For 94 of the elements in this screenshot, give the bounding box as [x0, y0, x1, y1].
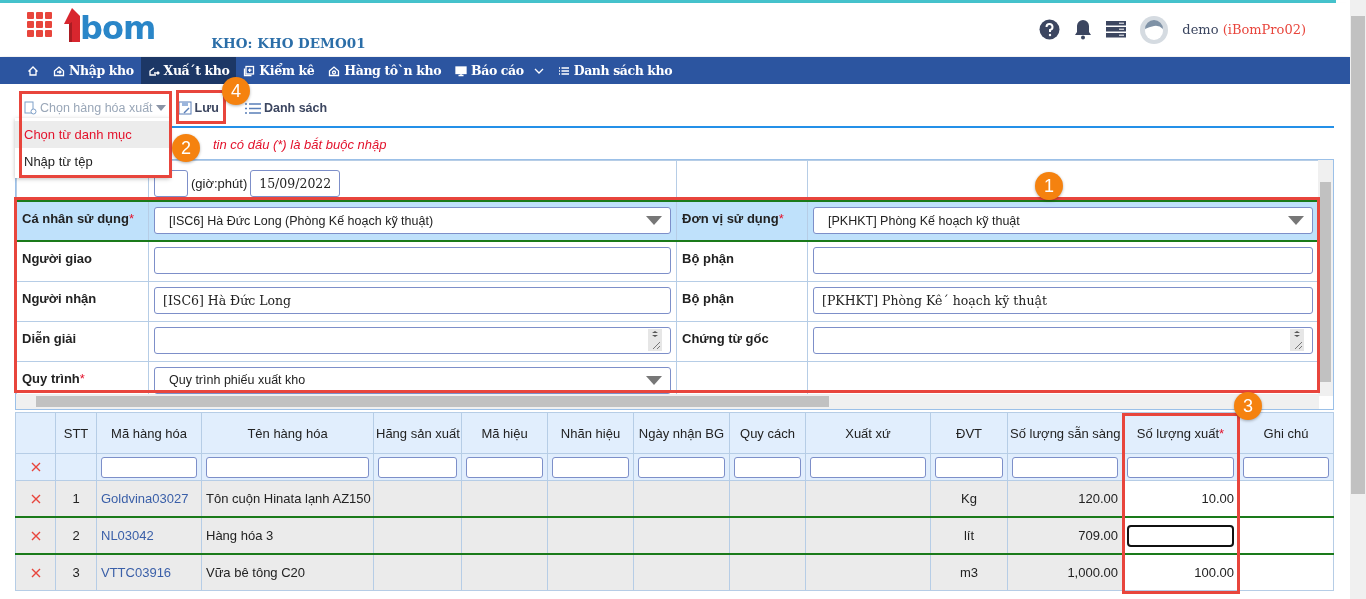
callout-badge: 2 [172, 134, 200, 162]
filter-field[interactable] [552, 456, 629, 478]
logo-mark-icon [64, 7, 80, 44]
column-header: Nhãn hiệu [547, 412, 634, 454]
filter-field[interactable] [1243, 456, 1329, 478]
monitor-icon [455, 64, 468, 77]
table-cell: 709.00 [1007, 517, 1123, 554]
document-icon [24, 101, 37, 115]
column-header: Số lượng sẵn sàng [1007, 412, 1123, 454]
quantity-field[interactable] [1127, 524, 1234, 547]
filter-field[interactable] [734, 456, 801, 478]
delete-icon[interactable] [30, 462, 41, 472]
nav-tab[interactable]: Hàng tô`n kho [321, 57, 449, 84]
plus-square-icon [243, 64, 256, 77]
save-icon [177, 101, 192, 115]
column-header: Quy cách [729, 412, 806, 454]
filter-field[interactable] [1012, 456, 1118, 478]
field-label: Bộ phận [681, 250, 735, 268]
table-cell: Hàng hóa 3 [201, 517, 374, 554]
list-icon [557, 64, 570, 77]
text-field[interactable]: [PKHKT] Phòng Kê´ hoạch kỹ thuật [813, 286, 1313, 314]
nav-tab[interactable]: Danh sách kho [550, 57, 680, 84]
home-icon [27, 64, 39, 77]
field-label: Người nhận [21, 289, 98, 308]
chevron-icon [533, 67, 544, 74]
time-hint: (giờ:phút) [191, 176, 248, 191]
user-name[interactable]: demo (iBomPro02) [1182, 22, 1306, 37]
caret-icon [155, 105, 166, 111]
callout-badge: 1 [1035, 172, 1063, 200]
column-header: Ghi chú [1238, 412, 1334, 454]
filter-field[interactable] [638, 456, 725, 478]
column-header: Mã hàng hóa [96, 412, 202, 454]
column-header: Hãng sản xuất [373, 412, 462, 454]
filter-field[interactable] [206, 456, 369, 478]
table-cell: m3 [930, 554, 1008, 591]
field-label: Cá nhân sử dụng* [21, 210, 135, 228]
delete-icon[interactable] [30, 567, 41, 578]
row-number: 2 [55, 517, 97, 554]
table-cell: Vữa bê tông C20 [201, 554, 374, 591]
caret-icon [646, 216, 662, 225]
text-area[interactable] [154, 326, 671, 354]
list-icon [244, 101, 261, 115]
save-button[interactable]: Lưu [175, 99, 221, 117]
avatar-icon[interactable] [1140, 15, 1169, 44]
field-label: Quy trình* [21, 369, 86, 388]
column-header: Số lượng xuất* [1122, 412, 1239, 454]
resize-handle-icon[interactable] [1290, 329, 1304, 351]
filter-field[interactable] [101, 456, 197, 478]
column-header: Xuất xứ [805, 412, 931, 454]
field-label: Diễn giải [21, 329, 78, 348]
select-field[interactable]: [PKHKT] Phòng Kế hoạch kỹ thuật [813, 207, 1313, 234]
field-label: Đơn vị sử dụng* [681, 210, 785, 228]
house-search-icon [328, 64, 341, 77]
field-label: Bộ phận [681, 289, 735, 308]
warehouse-title: KHO: KHO DEMO01 [211, 34, 366, 51]
resize-handle-icon[interactable] [648, 329, 662, 351]
nav-tab[interactable]: Báo cáo [448, 57, 551, 84]
menu-item[interactable]: Chọn từ danh mục [15, 121, 170, 148]
text-area[interactable] [813, 326, 1313, 354]
column-header: Mã hiệu [461, 412, 548, 454]
text-field[interactable]: [ISC6] Hà Đức Long [154, 286, 671, 314]
bell-icon[interactable] [1074, 19, 1093, 40]
delete-icon[interactable] [30, 530, 41, 541]
server-icon[interactable] [1106, 21, 1127, 38]
filter-field[interactable] [1127, 456, 1234, 478]
filter-field[interactable] [935, 456, 1003, 478]
text-field[interactable] [154, 247, 671, 274]
delete-icon[interactable] [30, 493, 41, 504]
callout-badge: 4 [222, 77, 250, 105]
text-field[interactable] [813, 247, 1313, 274]
table-cell: lít [930, 517, 1008, 554]
filter-field[interactable] [378, 456, 457, 478]
column-header: Ngày nhận BG [633, 412, 730, 454]
row-number: 3 [55, 554, 97, 591]
quantity-cell[interactable]: 100.00 [1122, 554, 1239, 591]
apps-grid-icon[interactable] [27, 12, 52, 37]
required-notice: tin có dấu (*) là bắt buộc nhập [213, 137, 387, 152]
field-label: Chứng từ gốc [681, 329, 770, 348]
nav-tab[interactable]: Nhập kho [46, 57, 141, 84]
caret-icon [646, 375, 662, 385]
column-header: Tên hàng hóa [201, 412, 374, 454]
table-cell: 1,000.00 [1007, 554, 1123, 591]
help-icon[interactable] [1039, 19, 1061, 40]
field-label: Người giao [21, 250, 93, 268]
scrollbar[interactable] [1350, 0, 1366, 599]
date-field[interactable]: 15/09/2022 [250, 170, 341, 197]
nav-tab[interactable]: Xuấ´t kho [140, 57, 237, 84]
filter-field[interactable] [810, 456, 926, 478]
filter-field[interactable] [466, 456, 543, 478]
logo-text: bom [80, 11, 156, 44]
column-header: STT [55, 412, 97, 454]
caret-icon [1288, 216, 1304, 225]
column-header: ĐVT [930, 412, 1008, 454]
select-field[interactable]: [ISC6] Hà Đức Long (Phòng Kế hoạch kỹ thuật) [154, 207, 671, 234]
